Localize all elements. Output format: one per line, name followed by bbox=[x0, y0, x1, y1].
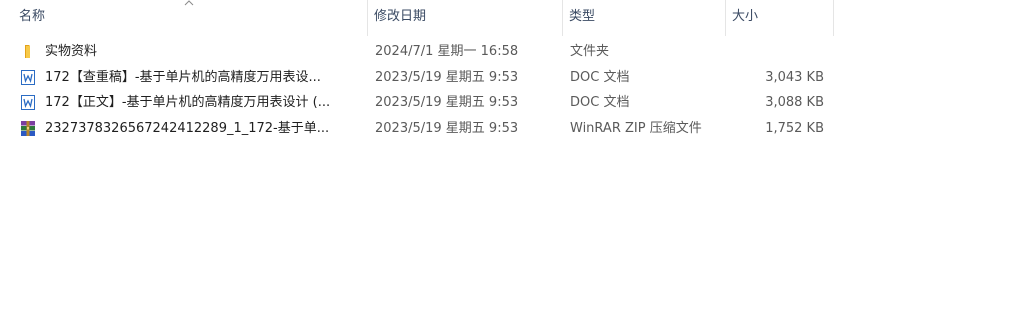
file-name-cell: 实物资料 bbox=[20, 39, 360, 64]
column-header-size[interactable]: 大小 bbox=[726, 0, 834, 36]
file-type: 文件夹 bbox=[570, 44, 610, 59]
file-row[interactable]: 实物资料 2024/7/1 星期一 16:58 文件夹 bbox=[0, 39, 834, 65]
sort-ascending-icon bbox=[184, 0, 194, 6]
file-row[interactable]: 172【查重稿】-基于单片机的高精度万用表设... 2023/5/19 星期五 … bbox=[0, 65, 834, 91]
column-header-date[interactable]: 修改日期 bbox=[368, 0, 563, 36]
column-header-row: 名称 修改日期 类型 大小 bbox=[0, 0, 834, 36]
column-header-name-label: 名称 bbox=[19, 9, 46, 24]
file-row[interactable]: 172【正文】-基于单片机的高精度万用表设计 (... 2023/5/19 星期… bbox=[0, 90, 834, 116]
file-date: 2024/7/1 星期一 16:58 bbox=[375, 44, 519, 59]
file-type: DOC 文档 bbox=[570, 95, 630, 111]
file-name: 172【正文】-基于单片机的高精度万用表设计 (... bbox=[45, 95, 331, 111]
folder-icon bbox=[25, 45, 30, 58]
file-list: 实物资料 2024/7/1 星期一 16:58 文件夹 172【查重稿】-基于单… bbox=[0, 39, 834, 142]
word-doc-icon bbox=[21, 95, 35, 111]
word-doc-icon bbox=[21, 69, 35, 85]
file-date: 2023/5/19 星期五 9:53 bbox=[375, 95, 519, 111]
file-date: 2023/5/19 星期五 9:53 bbox=[375, 121, 519, 137]
file-type: DOC 文档 bbox=[570, 69, 630, 85]
file-name-cell: 172【正文】-基于单片机的高精度万用表设计 (... bbox=[20, 90, 360, 115]
file-date: 2023/5/19 星期五 9:53 bbox=[375, 69, 519, 85]
file-name: 172【查重稿】-基于单片机的高精度万用表设... bbox=[45, 69, 321, 85]
file-name-cell: 172【查重稿】-基于单片机的高精度万用表设... bbox=[20, 65, 360, 90]
file-size bbox=[726, 39, 824, 64]
file-name-cell: 2327378326567242412289_1_172-基于单... bbox=[20, 116, 360, 141]
file-type: WinRAR ZIP 压缩文件 bbox=[570, 121, 702, 137]
file-size: 3,043 KB bbox=[765, 69, 824, 85]
file-row[interactable]: 2327378326567242412289_1_172-基于单... 2023… bbox=[0, 116, 834, 142]
column-header-type-label: 类型 bbox=[569, 9, 596, 24]
column-header-type[interactable]: 类型 bbox=[563, 0, 726, 36]
column-header-date-label: 修改日期 bbox=[374, 9, 427, 24]
file-size: 1,752 KB bbox=[765, 121, 824, 137]
winrar-archive-icon bbox=[21, 121, 35, 137]
file-name: 2327378326567242412289_1_172-基于单... bbox=[45, 121, 330, 137]
file-size: 3,088 KB bbox=[765, 95, 824, 111]
column-header-size-label: 大小 bbox=[732, 9, 759, 24]
file-name: 实物资料 bbox=[45, 44, 98, 59]
